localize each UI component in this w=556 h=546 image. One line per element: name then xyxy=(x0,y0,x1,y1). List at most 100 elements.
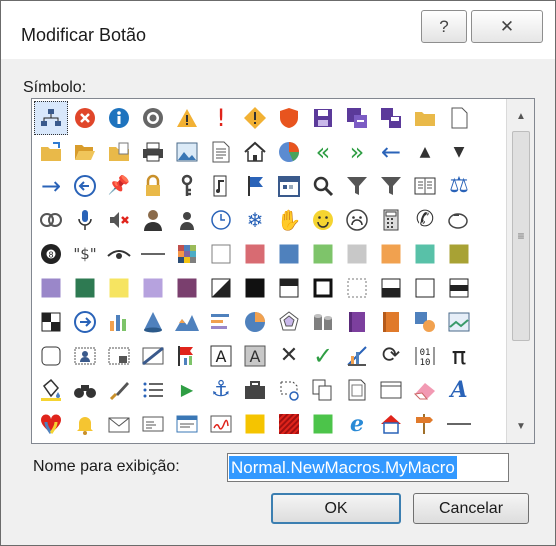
teal-square-icon[interactable] xyxy=(408,237,442,271)
envelope-icon[interactable] xyxy=(102,407,136,441)
gray-square-icon[interactable] xyxy=(340,237,374,271)
eight-ball-icon[interactable]: 8 xyxy=(34,237,68,271)
line-icon[interactable] xyxy=(442,407,476,441)
folder-icon[interactable] xyxy=(408,101,442,135)
arrow-circle-icon[interactable] xyxy=(68,305,102,339)
yellow-square-icon[interactable] xyxy=(102,271,136,305)
music-page-icon[interactable] xyxy=(204,169,238,203)
save-multiple-icon[interactable] xyxy=(374,101,408,135)
dotted-square-icon[interactable] xyxy=(340,271,374,305)
green-tile-icon[interactable] xyxy=(306,407,340,441)
sad-face-icon[interactable] xyxy=(340,203,374,237)
briefcase-icon[interactable] xyxy=(238,373,272,407)
rounded-square-icon[interactable] xyxy=(34,339,68,373)
camcorder-icon[interactable] xyxy=(204,441,238,443)
script-a-icon[interactable]: A xyxy=(442,373,476,407)
clipboard-icon[interactable] xyxy=(102,441,136,443)
triangle-up-icon[interactable]: ▲ xyxy=(408,135,442,169)
triangle-down-icon[interactable]: ▼ xyxy=(442,135,476,169)
scroll-thumb[interactable]: ≡ xyxy=(512,131,530,341)
dollar-quotes-icon[interactable]: "$" xyxy=(68,237,102,271)
paint-bucket-icon[interactable] xyxy=(34,373,68,407)
box-icon[interactable] xyxy=(136,441,170,443)
close-button[interactable]: ✕ xyxy=(471,10,543,43)
mountain-chart-icon[interactable] xyxy=(170,305,204,339)
align-left-icon[interactable] xyxy=(204,305,238,339)
scroll-up-icon[interactable]: ▲ xyxy=(507,103,534,129)
shield-icon[interactable] xyxy=(272,101,306,135)
pin-icon[interactable]: 📌 xyxy=(102,169,136,203)
signpost-icon[interactable] xyxy=(408,407,442,441)
calendar-icon[interactable] xyxy=(272,169,306,203)
binoculars-icon[interactable] xyxy=(68,373,102,407)
hatched-red-icon[interactable] xyxy=(272,407,306,441)
purple-square-icon[interactable] xyxy=(34,271,68,305)
olive-square-icon[interactable] xyxy=(442,237,476,271)
contact-card-icon[interactable] xyxy=(68,339,102,373)
clock-icon[interactable] xyxy=(204,203,238,237)
warning-triangle-icon[interactable] xyxy=(170,101,204,135)
white-square-icon[interactable] xyxy=(204,237,238,271)
save-as-icon[interactable] xyxy=(340,101,374,135)
book-icon[interactable] xyxy=(408,169,442,203)
play-icon[interactable]: ▶ xyxy=(170,373,204,407)
lavender-square-icon[interactable] xyxy=(136,271,170,305)
pie-chart-icon[interactable] xyxy=(272,135,306,169)
blue-square-icon[interactable] xyxy=(272,237,306,271)
shaded-a-icon[interactable]: A xyxy=(238,339,272,373)
copy-icon[interactable] xyxy=(306,373,340,407)
pie-icon[interactable] xyxy=(238,305,272,339)
open-folder-icon[interactable] xyxy=(68,135,102,169)
landscape-icon[interactable] xyxy=(442,305,476,339)
flag-icon[interactable] xyxy=(238,169,272,203)
gold-square-icon[interactable] xyxy=(238,407,272,441)
user-suit-icon[interactable] xyxy=(136,203,170,237)
diamond-warning-icon[interactable] xyxy=(238,101,272,135)
person-icon[interactable] xyxy=(170,203,204,237)
smiley-icon[interactable] xyxy=(306,203,340,237)
id-card-icon[interactable] xyxy=(136,407,170,441)
cross-icon[interactable]: ✕ xyxy=(272,339,306,373)
dash-line-icon[interactable] xyxy=(136,237,170,271)
eye-icon[interactable] xyxy=(102,237,136,271)
binary-icon[interactable]: 01 10 xyxy=(408,339,442,373)
color-grid-icon[interactable] xyxy=(170,237,204,271)
text-box-icon[interactable]: A xyxy=(204,339,238,373)
orange-square-icon[interactable] xyxy=(374,237,408,271)
page-list-icon[interactable] xyxy=(204,135,238,169)
pi-icon[interactable]: π xyxy=(442,339,476,373)
lasso-icon[interactable] xyxy=(272,373,306,407)
orange-book-icon[interactable] xyxy=(374,305,408,339)
darkgreen-square-icon[interactable] xyxy=(68,271,102,305)
filter-icon[interactable] xyxy=(340,169,374,203)
spider-chart-icon[interactable] xyxy=(272,305,306,339)
bold-square-icon[interactable] xyxy=(306,271,340,305)
green-square-icon[interactable] xyxy=(306,237,340,271)
lock-icon[interactable] xyxy=(136,169,170,203)
hand-icon[interactable]: ✋ xyxy=(272,203,306,237)
cancel-button[interactable]: Cancelar xyxy=(413,493,529,524)
checker-square-icon[interactable] xyxy=(34,305,68,339)
double-right-green-icon[interactable]: » xyxy=(340,135,374,169)
eraser-icon[interactable] xyxy=(408,373,442,407)
magnifier-icon[interactable] xyxy=(306,169,340,203)
document-icon[interactable] xyxy=(340,373,374,407)
ie-icon[interactable]: e xyxy=(340,407,374,441)
scales-icon[interactable]: ⚖ xyxy=(442,169,476,203)
window-icon[interactable] xyxy=(272,441,306,443)
forward-arrow-icon[interactable]: → xyxy=(34,169,68,203)
signature-icon[interactable] xyxy=(204,407,238,441)
grid-frame-icon[interactable] xyxy=(102,339,136,373)
brush-icon[interactable] xyxy=(102,373,136,407)
printer-icon[interactable] xyxy=(136,135,170,169)
banded-square-icon[interactable] xyxy=(442,271,476,305)
symbol-scrollbar[interactable]: ▲ ≡ ▼ xyxy=(506,99,534,443)
picture-icon[interactable] xyxy=(170,135,204,169)
heart-icon[interactable] xyxy=(34,407,68,441)
blank-page-icon[interactable] xyxy=(442,101,476,135)
flag-chart-icon[interactable] xyxy=(170,339,204,373)
snowflake-icon[interactable]: ❄ xyxy=(238,203,272,237)
mute-icon[interactable] xyxy=(102,203,136,237)
exclamation-red-icon[interactable]: ! xyxy=(204,101,238,135)
microphone-icon[interactable] xyxy=(68,203,102,237)
